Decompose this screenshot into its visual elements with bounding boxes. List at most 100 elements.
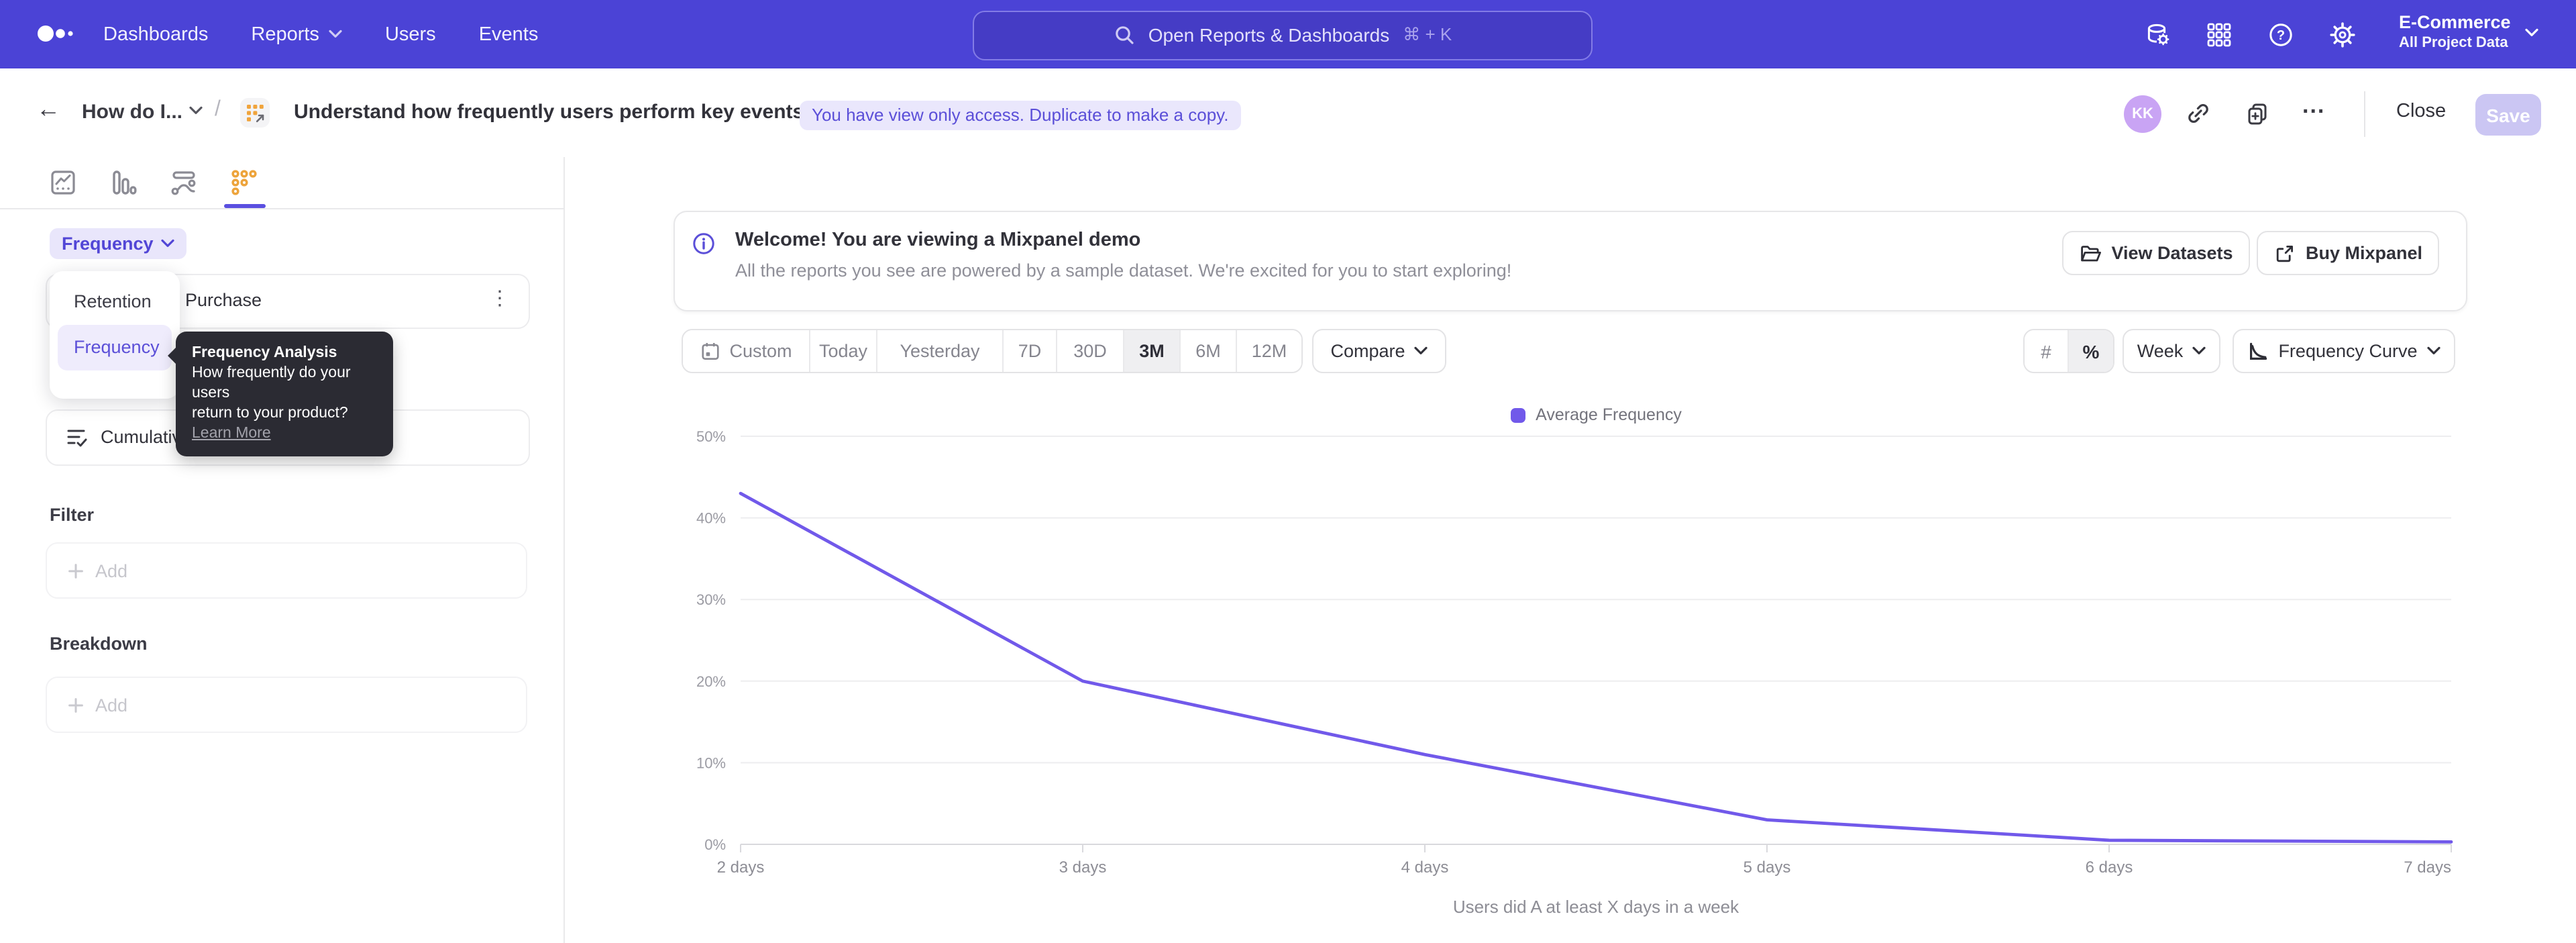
- global-search[interactable]: Open Reports & Dashboards ⌘ + K: [973, 10, 1593, 60]
- learn-more-link[interactable]: Learn More: [192, 426, 271, 442]
- analysis-type-value: Frequency: [62, 234, 154, 254]
- chart-type-label: Frequency Curve: [2278, 341, 2417, 361]
- report-tabstrip: [0, 157, 564, 209]
- buy-mixpanel-button[interactable]: Buy Mixpanel: [2257, 231, 2439, 275]
- y-axis-label: 40%: [696, 510, 726, 527]
- mixpanel-app: Dashboards Reports Users Events Open Report…: [0, 0, 2576, 943]
- frequency-curve-icon: [2247, 340, 2269, 362]
- tooltip-line: return to your product?: [192, 404, 377, 424]
- absolute-toggle[interactable]: #: [2025, 330, 2069, 372]
- help-icon[interactable]: ?: [2267, 21, 2294, 48]
- frequency-tooltip: Frequency Analysis How frequently do you…: [176, 332, 393, 456]
- date-range-12m[interactable]: 12M: [1237, 330, 1301, 372]
- date-range-custom[interactable]: Custom: [683, 330, 810, 372]
- chevron-down-icon: [1415, 346, 1428, 356]
- date-range-7d[interactable]: 7D: [1004, 330, 1057, 372]
- mixpanel-logo-icon[interactable]: [36, 19, 76, 48]
- analysis-type-menu: RetentionFrequency: [50, 271, 180, 399]
- filter-heading: Filter: [50, 505, 94, 525]
- nav-item-dashboards[interactable]: Dashboards: [103, 23, 208, 45]
- apps-grid-icon[interactable]: [2206, 21, 2233, 48]
- menu-item-frequency[interactable]: Frequency: [58, 325, 172, 370]
- tab-insights-icon[interactable]: [48, 168, 78, 197]
- y-axis-label: 20%: [696, 673, 726, 690]
- nav-item-events[interactable]: Events: [479, 23, 539, 45]
- percent-toggle[interactable]: %: [2069, 330, 2113, 372]
- query-sidebar: Frequency Purchase ⋮ RetentionFrequency …: [0, 157, 565, 943]
- number-format-toggle: #%: [2023, 329, 2114, 373]
- frequency-line-chart[interactable]: 0%10%20%30%40%50%2 days3 days4 days5 day…: [565, 376, 2576, 940]
- add-filter-button[interactable]: Add: [46, 542, 527, 599]
- search-shortcut: ⌘ + K: [1403, 24, 1452, 46]
- compare-button[interactable]: Compare: [1312, 329, 1446, 373]
- nav-item-reports[interactable]: Reports: [251, 23, 342, 45]
- chevron-down-icon[interactable]: [189, 106, 203, 115]
- analysis-type-dropdown[interactable]: Frequency: [50, 228, 187, 259]
- add-filter-label: Add: [95, 560, 127, 581]
- checklist-icon: [66, 426, 89, 448]
- date-range-30d[interactable]: 30D: [1057, 330, 1124, 372]
- folder-icon: [2079, 242, 2100, 264]
- more-options-icon[interactable]: ...: [2302, 93, 2325, 119]
- report-header-bar: ← How do I... / Understand how frequentl…: [0, 68, 2576, 158]
- chart-toolbar: CustomTodayYesterday7D30D3M6M12M Compare…: [565, 329, 2576, 373]
- project-scope: All Project Data: [2399, 35, 2511, 52]
- header-divider: [2364, 91, 2365, 137]
- avatar[interactable]: KK: [2124, 95, 2161, 133]
- copy-link-icon[interactable]: [2187, 102, 2210, 125]
- view-only-badge[interactable]: You have view only access. Duplicate to …: [800, 101, 1240, 130]
- y-axis-label: 30%: [696, 591, 726, 608]
- nav-utility-icons: ?: [2144, 0, 2356, 68]
- kebab-menu-icon[interactable]: ⋮: [490, 286, 510, 310]
- date-range-3m[interactable]: 3M: [1124, 330, 1181, 372]
- banner-title: Welcome! You are viewing a Mixpanel demo: [735, 230, 1140, 251]
- project-switcher[interactable]: E-Commerce All Project Data: [2399, 11, 2511, 52]
- chevron-down-icon: [2525, 28, 2538, 38]
- data-management-icon[interactable]: [2144, 21, 2171, 48]
- tab-flows-icon[interactable]: [169, 168, 199, 197]
- breakdown-heading: Breakdown: [50, 634, 148, 654]
- chevron-down-icon: [162, 239, 175, 248]
- x-axis-label: 5 days: [1743, 858, 1791, 877]
- info-icon: [692, 232, 715, 255]
- series-line-average-frequency[interactable]: [741, 493, 2451, 842]
- breadcrumb[interactable]: How do I...: [82, 101, 182, 123]
- banner-subtitle: All the reports you see are powered by a…: [735, 260, 1511, 281]
- settings-gear-icon[interactable]: [2329, 21, 2356, 48]
- primary-nav: Dashboards Reports Users Events: [103, 0, 538, 68]
- chart-caption: Users did A at least X days in a week: [741, 897, 2451, 917]
- view-datasets-button[interactable]: View Datasets: [2062, 231, 2250, 275]
- breadcrumb-separator: /: [215, 98, 221, 122]
- tooltip-line: How frequently do your: [192, 364, 377, 384]
- add-breakdown-button[interactable]: Add: [46, 677, 527, 733]
- tab-retention-icon[interactable]: [229, 168, 259, 197]
- tooltip-line: users: [192, 384, 377, 404]
- menu-item-retention[interactable]: Retention: [58, 279, 172, 325]
- svg-text:?: ?: [2277, 28, 2285, 42]
- date-range-6m[interactable]: 6M: [1181, 330, 1237, 372]
- chart-type-dropdown[interactable]: Frequency Curve: [2233, 329, 2455, 373]
- search-icon: [1114, 24, 1135, 46]
- external-link-icon: [2273, 242, 2295, 264]
- plus-icon: [68, 697, 83, 712]
- y-axis-label: 50%: [696, 428, 726, 445]
- interval-dropdown[interactable]: Week: [2123, 329, 2220, 373]
- date-range-yesterday[interactable]: Yesterday: [877, 330, 1004, 372]
- board-icon: [240, 98, 270, 128]
- add-breakdown-label: Add: [95, 695, 127, 715]
- back-arrow-icon[interactable]: ←: [36, 95, 60, 123]
- duplicate-icon[interactable]: [2246, 102, 2269, 125]
- tab-funnels-icon[interactable]: [109, 168, 138, 197]
- chevron-down-icon: [2192, 346, 2206, 356]
- project-name: E-Commerce: [2399, 11, 2511, 35]
- plus-icon: [68, 563, 83, 578]
- save-button[interactable]: Save: [2475, 94, 2541, 136]
- x-axis-label: 4 days: [1401, 858, 1449, 877]
- search-placeholder: Open Reports & Dashboards: [1148, 24, 1390, 46]
- date-range-today[interactable]: Today: [810, 330, 877, 372]
- chevron-down-icon: [329, 30, 342, 39]
- view-datasets-label: View Datasets: [2111, 243, 2233, 263]
- nav-item-users[interactable]: Users: [385, 23, 436, 45]
- top-nav-bar: Dashboards Reports Users Events Open Report…: [0, 0, 2576, 68]
- close-button[interactable]: Close: [2396, 101, 2446, 122]
